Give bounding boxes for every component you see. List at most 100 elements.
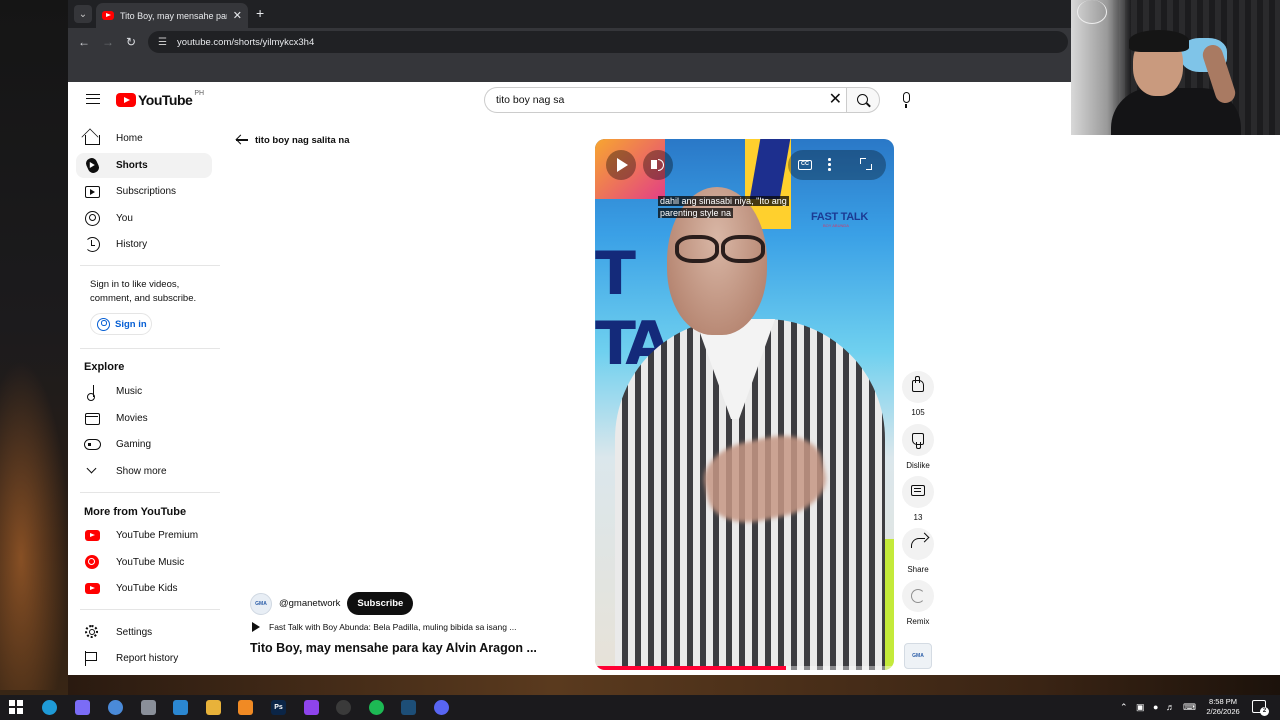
new-tab-icon[interactable]: + [256,5,264,21]
notification-count: 2 [1260,707,1269,716]
arrow-left-icon [236,134,248,146]
sidebar-item-label: Subscriptions [116,186,177,197]
sidebar-item-subscriptions[interactable]: Subscriptions [76,179,212,204]
sidebar-item-shorts[interactable]: Shorts [76,153,212,178]
back-to-search-link[interactable]: tito boy nag salita na [236,134,350,146]
related-video-link[interactable]: Fast Talk with Boy Abunda: Bela Padilla,… [252,622,516,632]
sidebar-item-youtube-premium[interactable]: YouTube Premium [76,523,212,548]
vscode-icon[interactable] [173,700,188,715]
browser-tab[interactable]: Tito Boy, may mensahe para kay Alvin Ara… [96,3,248,28]
gaming-icon [84,439,101,450]
sublime-icon[interactable] [238,700,253,715]
more-options-icon[interactable] [828,158,831,161]
subscribe-button[interactable]: Subscribe [347,592,414,615]
share-label: Share [907,565,929,574]
progress-bar[interactable] [595,666,894,670]
notification-icon[interactable]: 2 [1252,700,1269,716]
sign-in-button[interactable]: Sign in [90,313,152,335]
sidebar-item-report-history[interactable]: Report history [76,646,212,671]
forward-icon[interactable]: → [100,34,116,50]
fast-talk-logo-text: FAST TALK [811,211,868,223]
thumbs-down-icon [912,433,924,445]
bookmark-bar [68,56,1072,82]
search-icon [857,94,868,105]
more-from-youtube-heading: More from YouTube [84,506,187,518]
clear-search-icon[interactable]: ✕ [829,91,842,109]
clock-date: 2/26/2026 [1206,707,1240,716]
sidebar-item-label: Movies [116,413,148,424]
sidebar-item-youtube-music[interactable]: YouTube Music [76,550,212,575]
photoshop-icon[interactable]: Ps [271,700,286,715]
network-icon[interactable]: ▣ [1136,702,1145,713]
site-info-icon[interactable]: ☰ [158,37,167,48]
cleaner-icon[interactable] [141,700,156,715]
browser-window-chrome: ⌄ Tito Boy, may mensahe para kay Alvin A… [68,0,1072,82]
sidebar-item-settings[interactable]: Settings [76,620,212,645]
microphone-icon[interactable]: ● [1153,702,1158,712]
shorts-player[interactable]: T TA FAST TALK BOY ABUNDA CC dahil ang s… [595,139,894,670]
reload-icon[interactable]: ↻ [123,34,139,50]
volume-icon [651,159,664,171]
obs-icon[interactable] [336,700,351,715]
sidebar-item-home[interactable]: Home [76,126,212,151]
speaker-icon[interactable]: ♬ [1166,702,1175,712]
copilot-icon[interactable] [75,700,90,715]
comments-button[interactable] [902,476,934,508]
volume-button[interactable] [643,150,673,180]
sidebar-item-history[interactable]: History [76,232,212,257]
tab-search-icon[interactable]: ⌄ [74,5,92,23]
browser-toolbar: ← → ↻ ☰ youtube.com/shorts/yilmykcx3h4 [68,28,1072,56]
youtube-logo[interactable]: YouTube PH [116,89,205,108]
sidebar-item-movies[interactable]: Movies [76,406,212,431]
chevron-up-icon[interactable]: ⌃ [1120,702,1128,713]
channel-name[interactable]: @gmanetwork [279,598,340,609]
dislike-button[interactable] [902,424,934,456]
play-button[interactable] [606,150,636,180]
sidebar-item-music[interactable]: Music [76,379,212,404]
caption-line: dahil ang sinasabi niya, "Ito ang [658,196,789,206]
spotify-icon[interactable] [369,700,384,715]
sidebar-item-youtube-kids[interactable]: YouTube Kids [76,576,212,601]
logo-text: YouTube [138,92,193,108]
youtube-music-icon [85,555,99,569]
sidebar-item-label: You [116,213,133,224]
sidebar-item-show-more[interactable]: Show more [76,459,212,484]
closed-captions-icon[interactable]: CC [798,160,812,170]
subscriptions-icon [85,186,100,198]
file-explorer-icon[interactable] [206,700,221,715]
search-input[interactable]: tito boy nag sa ✕ [484,87,850,113]
sidebar-item-label: Shorts [116,160,148,171]
sidebar-item-gaming[interactable]: Gaming [76,432,212,457]
webcam-cable [1077,0,1107,24]
steam-icon[interactable] [401,700,416,715]
sidebar-item-label: Report history [116,653,179,664]
taskbar-clock[interactable]: 8:58 PM 2/26/2026 [1201,697,1245,717]
tab-close-icon[interactable]: ✕ [233,9,242,22]
remix-icon [911,589,925,603]
sidebar-item-label: YouTube Kids [116,583,178,594]
remix-button[interactable] [902,580,934,612]
voice-search-button[interactable] [894,87,920,113]
fast-talk-logo-subtext: BOY ABUNDA [823,223,849,228]
channel-avatar[interactable]: GMA [250,592,272,615]
share-button[interactable] [902,528,934,560]
chrome-icon[interactable] [108,700,123,715]
fullscreen-icon[interactable] [860,158,872,170]
like-button[interactable] [902,371,934,403]
country-code: PH [194,89,205,97]
twitch-icon[interactable] [304,700,319,715]
keyboard-icon[interactable]: ⌨ [1183,702,1196,713]
search-button[interactable] [846,87,880,113]
short-title[interactable]: Tito Boy, may mensahe para kay Alvin Ara… [250,641,537,655]
back-icon[interactable]: ← [76,34,92,50]
address-bar[interactable]: ☰ youtube.com/shorts/yilmykcx3h4 [148,31,1068,53]
chevron-down-icon [86,463,97,474]
url-text: youtube.com/shorts/yilmykcx3h4 [176,36,315,48]
sidebar-item-you[interactable]: You [76,206,212,231]
sound-pivot-thumbnail[interactable]: GMA [904,643,932,669]
edge-icon[interactable] [42,700,57,715]
menu-icon[interactable] [86,94,100,104]
play-icon [617,158,628,172]
windows-start-icon[interactable] [9,700,24,715]
discord-icon[interactable] [434,700,449,715]
